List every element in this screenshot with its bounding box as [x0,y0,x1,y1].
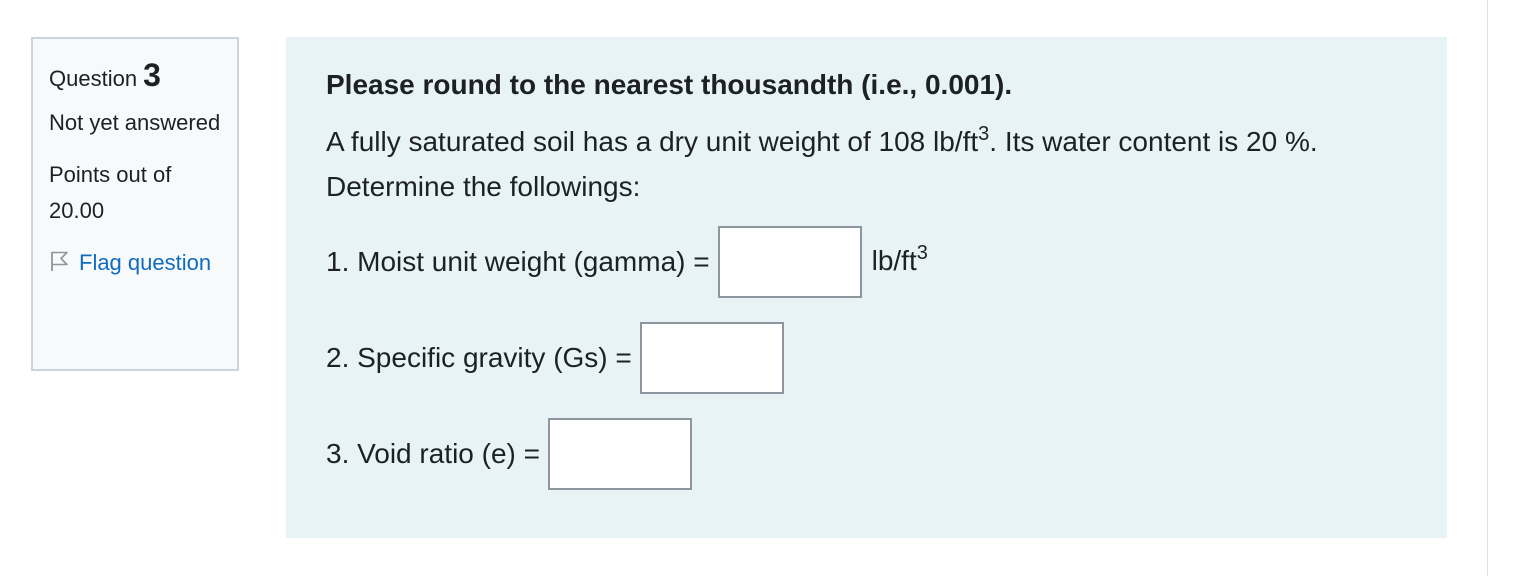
rounding-instruction: Please round to the nearest thousandth (… [326,69,1013,100]
void-ratio-label: 3. Void ratio (e) = [326,438,541,469]
question-grade: Points out of 20.00 [49,162,172,223]
page-right-divider [1487,0,1488,576]
specific-gravity-label: 2. Specific gravity (Gs) = [326,342,632,373]
unit-text: lb/ft [871,245,917,276]
answer-row-specific-gravity: 2. Specific gravity (Gs) = [326,322,784,394]
unit-superscript: 3 [916,242,928,264]
question-content: Please round to the nearest thousandth (… [286,37,1447,538]
flag-question-label: Flag question [79,250,212,275]
problem-superscript: 3 [978,123,990,145]
question-state: Not yet answered [49,110,221,135]
moist-unit-weight-unit: lb/ft3 [871,242,928,277]
question-number: 3 [143,57,161,93]
question-info-panel: Question 3 Not yet answered Points out of… [31,37,239,371]
problem-text-before: A fully saturated soil has a dry unit we… [326,126,979,157]
problem-statement: A fully saturated soil has a dry unit we… [326,119,1406,209]
question-label: Question [49,66,138,91]
flag-question-link[interactable]: Flag question [49,245,221,281]
moist-unit-weight-label: 1. Moist unit weight (gamma) = [326,246,710,277]
answer-row-moist-unit-weight: 1. Moist unit weight (gamma) = lb/ft3 [326,226,928,298]
specific-gravity-input[interactable] [639,322,784,394]
flag-icon [49,247,71,271]
question-number-heading: Question 3 [49,59,221,95]
answer-row-void-ratio: 3. Void ratio (e) = [326,418,693,490]
moist-unit-weight-input[interactable] [717,226,862,298]
void-ratio-input[interactable] [548,418,693,490]
